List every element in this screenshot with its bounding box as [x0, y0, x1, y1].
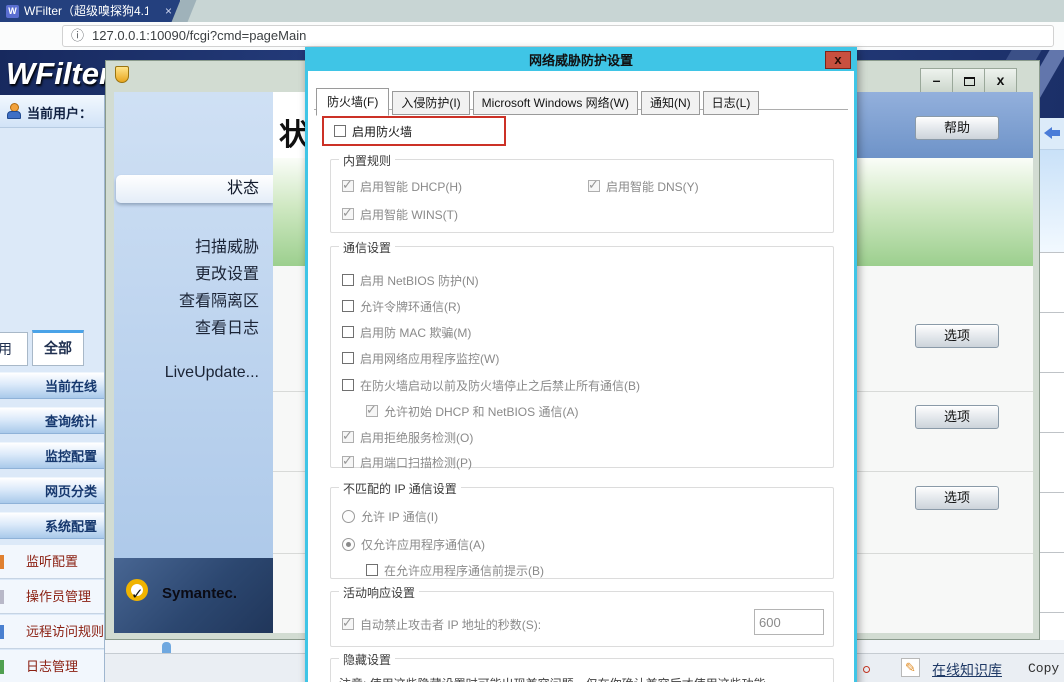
radio-allow-ip-traffic[interactable]: 允许 IP 通信(I)	[342, 508, 438, 524]
row-divider	[1040, 252, 1064, 253]
tab-notifications[interactable]: 通知(N)	[641, 91, 700, 115]
sidebar-item-listen-config[interactable]: 监听配置	[0, 545, 104, 579]
checkbox-icon[interactable]	[334, 125, 346, 137]
checkbox-smart-dns[interactable]: 启用智能 DNS(Y)	[588, 178, 699, 194]
checkbox-dos-detection[interactable]: 启用拒绝服务检测(O)	[342, 429, 473, 445]
row-divider	[1040, 492, 1064, 493]
tab-logs[interactable]: 日志(L)	[703, 91, 760, 115]
sep-menu-item-scan[interactable]: 扫描威胁	[114, 237, 259, 259]
tab-favicon: W	[6, 5, 19, 18]
sidebar-group-query-stats[interactable]: 查询统计	[0, 407, 104, 434]
sidebar-group-web-category[interactable]: 网页分类	[0, 477, 104, 504]
maximize-button[interactable]	[952, 68, 985, 93]
checkbox-smart-dhcp[interactable]: 启用智能 DHCP(H)	[342, 178, 462, 194]
browser-tab-strip: W WFilter（超级嗅探狗4.1 ×	[0, 0, 1064, 22]
sep-menu-item-status[interactable]: 状态	[116, 175, 273, 203]
sidebar-item-operator-mgmt[interactable]: 操作员管理	[0, 580, 104, 614]
hidden-settings-note: 注意: 使用这些隐藏设置时可能出现兼容问题。仅在你确认兼容后才使用这些功能。	[339, 675, 827, 682]
user-icon	[6, 103, 22, 119]
symantec-check-icon: ✓	[126, 579, 148, 601]
nav-tab-all[interactable]: 全部	[32, 330, 84, 366]
pencil-icon: ✎	[901, 658, 920, 677]
symantec-brand: Symantec.	[162, 585, 237, 602]
tab-title: WFilter（超级嗅探狗4.1	[24, 0, 148, 22]
close-button[interactable]: x	[984, 68, 1017, 93]
enable-firewall-checkbox[interactable]: 启用防火墙	[334, 123, 412, 139]
copyright-text: Copy	[1028, 661, 1059, 676]
tab-ms-windows-network[interactable]: Microsoft Windows 网络(W)	[473, 91, 638, 115]
row-divider	[1040, 552, 1064, 553]
checkbox-allow-initial-dhcp-netbios[interactable]: 允许初始 DHCP 和 NetBIOS 通信(A)	[366, 403, 578, 419]
wfilter-logo: WFilter	[6, 53, 105, 95]
url-text: 127.0.0.1:10090/fcgi?cmd=pageMain	[92, 28, 306, 43]
checkbox-token-ring[interactable]: 允许令牌环通信(R)	[342, 298, 461, 314]
kb-link[interactable]: 在线知识库	[932, 660, 1002, 680]
group-hidden-settings: 隐藏设置 注意: 使用这些隐藏设置时可能出现兼容问题。仅在你确认兼容后才使用这些…	[330, 658, 834, 682]
url-bar[interactable]: ⓘ 127.0.0.1:10090/fcgi?cmd=pageMain	[62, 25, 1054, 47]
sep-menu-item-view-logs[interactable]: 查看日志	[114, 318, 259, 340]
checkbox-port-scan-detection[interactable]: 启用端口扫描检测(P)	[342, 454, 472, 470]
sidebar-group-system-config[interactable]: 系统配置	[0, 512, 104, 539]
symantec-logo: ✓ Symantec.	[114, 558, 273, 633]
dialog-tabs: 防火墙(F) 入侵防护(I) Microsoft Windows 网络(W) 通…	[316, 87, 762, 115]
sep-sidebar: 状态 扫描威胁 更改设置 查看隔离区 查看日志 LiveUpdate...	[114, 92, 273, 633]
sidebar-group-monitor-config[interactable]: 监控配置	[0, 442, 104, 469]
checkbox-anti-mac-spoofing[interactable]: 启用防 MAC 欺骗(M)	[342, 324, 471, 340]
checkbox-auto-block-attacker[interactable]: 自动禁止攻击者 IP 地址的秒数(S):	[342, 616, 541, 632]
sep-menu-item-change-settings[interactable]: 更改设置	[114, 264, 259, 286]
checkbox-prompt-before-allow[interactable]: 在允许应用程序通信前提示(B)	[366, 562, 544, 578]
options-button-3[interactable]: 选项	[915, 486, 999, 510]
checkbox-block-all-traffic[interactable]: 在防火墙启动以前及防火墙停止之后禁止所有通信(B)	[342, 377, 640, 393]
browser-tab[interactable]: W WFilter（超级嗅探狗4.1 ×	[0, 0, 180, 22]
tab-firewall[interactable]: 防火墙(F)	[316, 88, 389, 116]
row-divider	[1040, 312, 1064, 313]
checkbox-smart-wins[interactable]: 启用智能 WINS(T)	[342, 206, 458, 222]
sep-menu-item-quarantine[interactable]: 查看隔离区	[114, 291, 259, 313]
sep-menu-item-liveupdate[interactable]: LiveUpdate...	[114, 362, 259, 384]
back-arrow-icon[interactable]	[1044, 127, 1060, 139]
current-user-row: 当前用户：	[0, 95, 104, 128]
sidebar-item-log-mgmt[interactable]: 日志管理	[0, 650, 104, 682]
nav-tab-common[interactable]: 用	[0, 332, 28, 366]
options-button-1[interactable]: 选项	[915, 324, 999, 348]
tab-close-icon[interactable]: ×	[165, 0, 172, 22]
sidebar-group-online[interactable]: 当前在线	[0, 372, 104, 399]
window-controls: – x	[921, 68, 1017, 93]
minimize-button[interactable]: –	[920, 68, 953, 93]
row-divider	[1040, 432, 1064, 433]
collapse-row[interactable]	[1040, 118, 1064, 150]
options-button-2[interactable]: 选项	[915, 405, 999, 429]
checkbox-netbios-protection[interactable]: 启用 NetBIOS 防护(N)	[342, 272, 479, 288]
page-right-column	[1040, 118, 1064, 682]
sidebar-item-remote-access-rules[interactable]: 远程访问规则	[0, 615, 104, 649]
threat-protection-dialog: 网络威胁防护设置 x 防火墙(F) 入侵防护(I) Microsoft Wind…	[305, 47, 857, 682]
dialog-close-button[interactable]: x	[825, 51, 851, 69]
radio-allow-app-traffic-only[interactable]: 仅允许应用程序通信(A)	[342, 536, 485, 552]
info-icon[interactable]: ⓘ	[71, 28, 84, 43]
shield-icon	[115, 66, 129, 83]
current-user-label: 当前用户：	[27, 103, 92, 122]
screen: W WFilter（超级嗅探狗4.1 × ← ↻ ⓘ127.0.0.1:1009…	[0, 0, 1064, 682]
row-divider	[1040, 372, 1064, 373]
seconds-input[interactable]	[754, 609, 824, 635]
panel-gradient	[1040, 150, 1064, 252]
tab-intrusion-prevention[interactable]: 入侵防护(I)	[392, 91, 469, 115]
wfilter-sidebar: 当前用户： 用 全部 当前在线 查询统计 监控配置 网页分类 系统配置 监听配置…	[0, 95, 105, 682]
dialog-title: 网络威胁防护设置	[308, 50, 854, 71]
help-button[interactable]: 帮助	[915, 116, 999, 140]
record-dot-icon	[863, 666, 870, 673]
checkbox-network-app-monitoring[interactable]: 启用网络应用程序监控(W)	[342, 350, 499, 366]
row-divider	[1040, 612, 1064, 613]
